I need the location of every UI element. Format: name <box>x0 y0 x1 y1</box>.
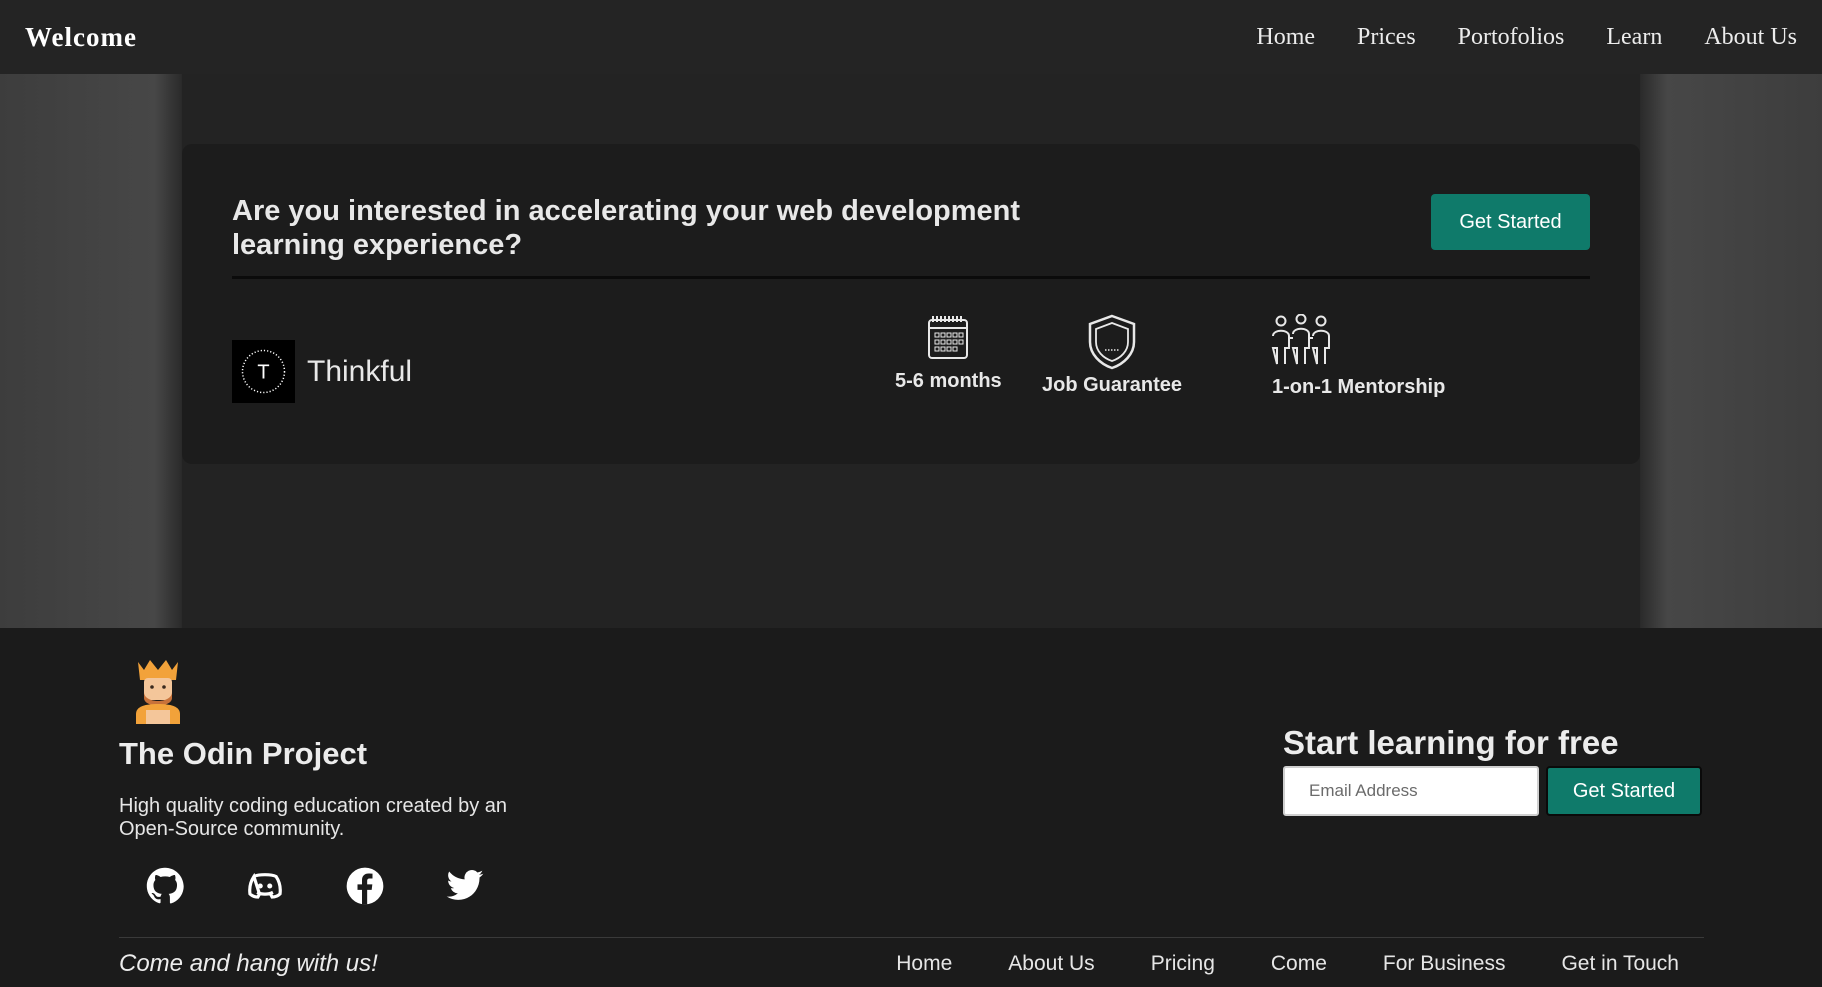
signup-title: Start learning for free <box>1283 724 1619 761</box>
left-side-panel <box>0 74 182 628</box>
signup-section: Start learning for free Get Started <box>1283 724 1702 816</box>
facebook-icon[interactable] <box>345 866 385 906</box>
calendar-icon <box>928 316 969 359</box>
program-card: Are you interested in accelerating your … <box>182 144 1640 464</box>
feature-mentorship-label: 1-on-1 Mentorship <box>1272 376 1446 398</box>
footer-nav-pricing[interactable]: Pricing <box>1151 952 1215 976</box>
card-title: Are you interested in accelerating your … <box>232 195 1021 261</box>
odin-logo-icon <box>130 658 186 724</box>
footer-divider <box>119 937 1704 938</box>
github-icon[interactable] <box>145 866 185 906</box>
footer-nav-come[interactable]: Come <box>1271 952 1327 976</box>
email-input[interactable] <box>1283 766 1539 816</box>
odin-description: High quality coding education created by… <box>119 795 508 840</box>
social-links <box>145 866 485 906</box>
feature-job-guarantee: Job Guarantee <box>1042 314 1182 397</box>
thinkful-logo: T <box>232 340 295 403</box>
right-side-panel <box>1640 74 1822 628</box>
footer-nav: Home About Us Pricing Come For Business … <box>896 952 1679 976</box>
footer-get-started-button[interactable]: Get Started <box>1546 766 1702 816</box>
card-header: Are you interested in accelerating your … <box>232 194 1590 279</box>
footer-nav-about-us[interactable]: About Us <box>1008 952 1094 976</box>
thinkful-logo-letter: T <box>257 362 269 384</box>
nav-about-us[interactable]: About Us <box>1704 24 1797 51</box>
nav-home[interactable]: Home <box>1256 24 1315 51</box>
feature-duration: 5-6 months <box>895 314 1002 393</box>
provider: T Thinkful <box>232 340 412 403</box>
odin-title: The Odin Project <box>119 736 368 771</box>
feature-mentorship: 1-on-1 Mentorship <box>1214 314 1445 399</box>
top-navbar: Welcome Home Prices Portofolios Learn Ab… <box>0 0 1822 74</box>
thinkful-logo-icon: T <box>241 349 286 394</box>
twitter-icon[interactable] <box>445 866 485 906</box>
shield-icon <box>1088 314 1136 370</box>
feature-duration-label: 5-6 months <box>895 370 1002 392</box>
signup-form: Get Started <box>1283 766 1702 816</box>
provider-name: Thinkful <box>307 354 413 388</box>
discord-icon[interactable] <box>245 866 285 906</box>
footer-tagline: Come and hang with us! <box>119 950 378 977</box>
card-get-started-button[interactable]: Get Started <box>1431 194 1590 250</box>
footer-nav-get-in-touch[interactable]: Get in Touch <box>1561 952 1679 976</box>
footer-nav-home[interactable]: Home <box>896 952 952 976</box>
feature-job-guarantee-label: Job Guarantee <box>1042 374 1183 396</box>
nav-portofolios[interactable]: Portofolios <box>1458 24 1565 51</box>
nav-prices[interactable]: Prices <box>1357 24 1416 51</box>
main-nav: Home Prices Portofolios Learn About Us <box>1256 24 1797 51</box>
mentorship-icon <box>1271 314 1330 365</box>
footer-nav-for-business[interactable]: For Business <box>1383 952 1506 976</box>
brand-logo-text[interactable]: Welcome <box>25 22 137 53</box>
site-footer: The Odin Project High quality coding edu… <box>0 628 1822 987</box>
nav-learn[interactable]: Learn <box>1606 24 1662 51</box>
